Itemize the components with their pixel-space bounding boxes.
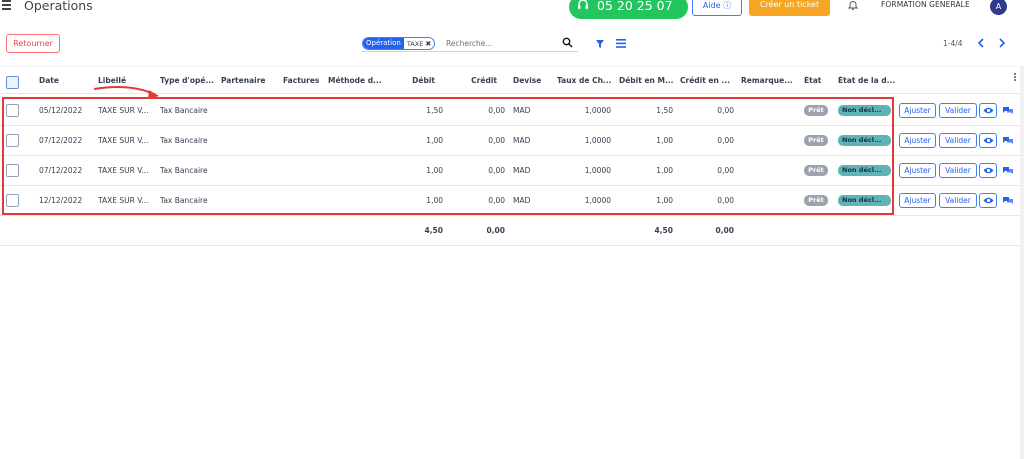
column-debit-m[interactable]: Débit en M... — [619, 76, 675, 85]
chat-icon[interactable] — [1003, 166, 1013, 175]
chat-icon[interactable] — [1003, 196, 1013, 205]
page-title: Operations — [24, 0, 93, 13]
view-button[interactable] — [979, 193, 997, 208]
scrollbar[interactable] — [1020, 66, 1024, 459]
help-icon: ⓘ — [723, 1, 732, 10]
total-debit: 4,50 — [424, 226, 443, 235]
column-type[interactable]: Type d'opé... — [160, 76, 215, 85]
filter-icon[interactable] — [596, 40, 604, 48]
view-button[interactable] — [979, 163, 997, 178]
headset-icon — [578, 0, 588, 9]
select-all-checkbox[interactable] — [6, 76, 19, 89]
validate-button[interactable]: Valider — [939, 133, 977, 148]
top-bar: Operations 05 20 25 07 07 Aide ⓘ Créer u… — [0, 0, 1024, 35]
column-date[interactable]: Date — [39, 76, 89, 85]
column-debit[interactable]: Débit — [393, 76, 435, 85]
total-debit-m: 4,50 — [654, 226, 673, 235]
phone-button[interactable]: 05 20 25 07 07 — [569, 0, 688, 35]
total-credit-m: 0,00 — [715, 226, 734, 235]
adjust-button[interactable]: Ajuster — [899, 193, 936, 208]
pager-value[interactable]: 1-4/4 — [943, 39, 963, 48]
annotation-arrow-icon — [93, 86, 159, 99]
column-libelle[interactable]: Libellé — [98, 76, 153, 85]
column-taux[interactable]: Taux de Ch... — [557, 76, 613, 85]
list-view-icon[interactable] — [616, 39, 626, 48]
eye-icon — [983, 107, 994, 114]
eye-icon — [983, 197, 994, 204]
adjust-button[interactable]: Ajuster — [899, 133, 936, 148]
column-remarque[interactable]: Remarque... — [741, 76, 797, 85]
avatar[interactable]: A — [990, 0, 1007, 15]
totals-row: 4,50 0,00 4,50 0,00 — [0, 216, 1021, 246]
facet-remove-icon[interactable]: ✖ — [425, 40, 434, 48]
validate-button[interactable]: Valider — [939, 163, 977, 178]
chevron-right-icon[interactable] — [998, 38, 1006, 48]
column-credit-m[interactable]: Crédit en ... — [680, 76, 736, 85]
bell-icon[interactable] — [847, 0, 859, 11]
column-credit[interactable]: Crédit — [455, 76, 497, 85]
company-name[interactable]: FORMATION GENERALE — [881, 0, 970, 9]
view-button[interactable] — [979, 103, 997, 118]
facet-label: Opération — [363, 38, 404, 49]
chevron-left-icon[interactable] — [977, 38, 985, 48]
search-icon[interactable] — [562, 37, 573, 48]
validate-button[interactable]: Valider — [939, 103, 977, 118]
column-factures[interactable]: Factures — [283, 76, 325, 85]
phone-number: 05 20 25 07 07 — [597, 0, 673, 35]
total-credit: 0,00 — [486, 226, 505, 235]
adjust-button[interactable]: Ajuster — [899, 103, 936, 118]
help-label: Aide — [702, 1, 721, 10]
chat-icon[interactable] — [1003, 136, 1013, 145]
back-button[interactable]: Retourner — [6, 34, 60, 53]
eye-icon — [983, 167, 994, 174]
help-button[interactable]: Aide ⓘ — [692, 0, 742, 16]
facet-value: TAXE — [406, 39, 424, 48]
column-partenaire[interactable]: Partenaire — [221, 76, 276, 85]
column-etat[interactable]: État — [804, 76, 834, 85]
column-options-icon[interactable] — [1014, 73, 1017, 84]
create-ticket-button[interactable]: Créer un ticket — [749, 0, 830, 16]
eye-icon — [983, 137, 994, 144]
validate-button[interactable]: Valider — [939, 193, 977, 208]
view-button[interactable] — [979, 133, 997, 148]
adjust-button[interactable]: Ajuster — [899, 163, 936, 178]
column-devise[interactable]: Devise — [513, 76, 553, 85]
search-facet: Opération TAXE ✖ — [362, 37, 436, 50]
menu-icon[interactable] — [2, 0, 14, 10]
column-etat-d[interactable]: État de la d... — [838, 76, 896, 85]
column-methode[interactable]: Méthode d... — [328, 76, 382, 85]
annotation-highlight-box — [2, 97, 894, 215]
search-bar: Opération TAXE ✖ — [362, 36, 578, 52]
chat-icon[interactable] — [1003, 106, 1013, 115]
search-input[interactable] — [446, 37, 556, 49]
